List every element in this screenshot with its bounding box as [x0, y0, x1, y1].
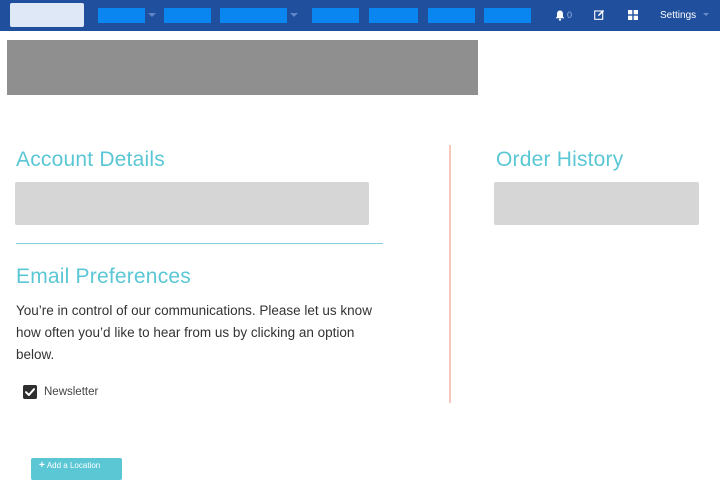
chevron-down-icon — [703, 13, 709, 16]
nav-item-6[interactable] — [428, 8, 475, 23]
nav-item-1[interactable] — [98, 8, 145, 23]
plus-icon: + — [39, 460, 45, 471]
column-divider — [449, 145, 451, 403]
nav-item-4[interactable] — [312, 8, 359, 23]
nav-item-5[interactable] — [369, 8, 418, 23]
account-details-heading: Account Details — [16, 148, 165, 171]
banner-image — [7, 40, 478, 95]
logo[interactable] — [10, 3, 84, 27]
chevron-down-icon — [290, 13, 298, 17]
bell-icon[interactable] — [555, 10, 565, 21]
nav-item-2[interactable] — [164, 8, 211, 23]
section-divider — [16, 243, 383, 244]
add-location-button[interactable]: + Add a Location — [31, 458, 122, 480]
grid-icon[interactable] — [628, 10, 638, 20]
add-location-label: Add a Location — [46, 461, 101, 470]
nav-item-7[interactable] — [484, 8, 531, 23]
nav-item-3[interactable] — [220, 8, 287, 23]
order-history-heading: Order History — [496, 148, 624, 171]
settings-menu[interactable]: Settings — [660, 8, 696, 23]
order-history-content — [494, 182, 699, 225]
newsletter-checkbox[interactable] — [23, 385, 37, 399]
account-details-content — [15, 182, 369, 225]
notification-count: 0 — [567, 10, 573, 20]
email-preferences-description: You’re in control of our communications.… — [16, 303, 372, 362]
email-preferences-heading: Email Preferences — [16, 265, 191, 288]
chevron-down-icon — [148, 13, 156, 17]
edit-icon[interactable] — [594, 9, 605, 20]
newsletter-label: Newsletter — [44, 386, 99, 398]
top-navigation-bar: 0 Settings — [0, 0, 720, 31]
